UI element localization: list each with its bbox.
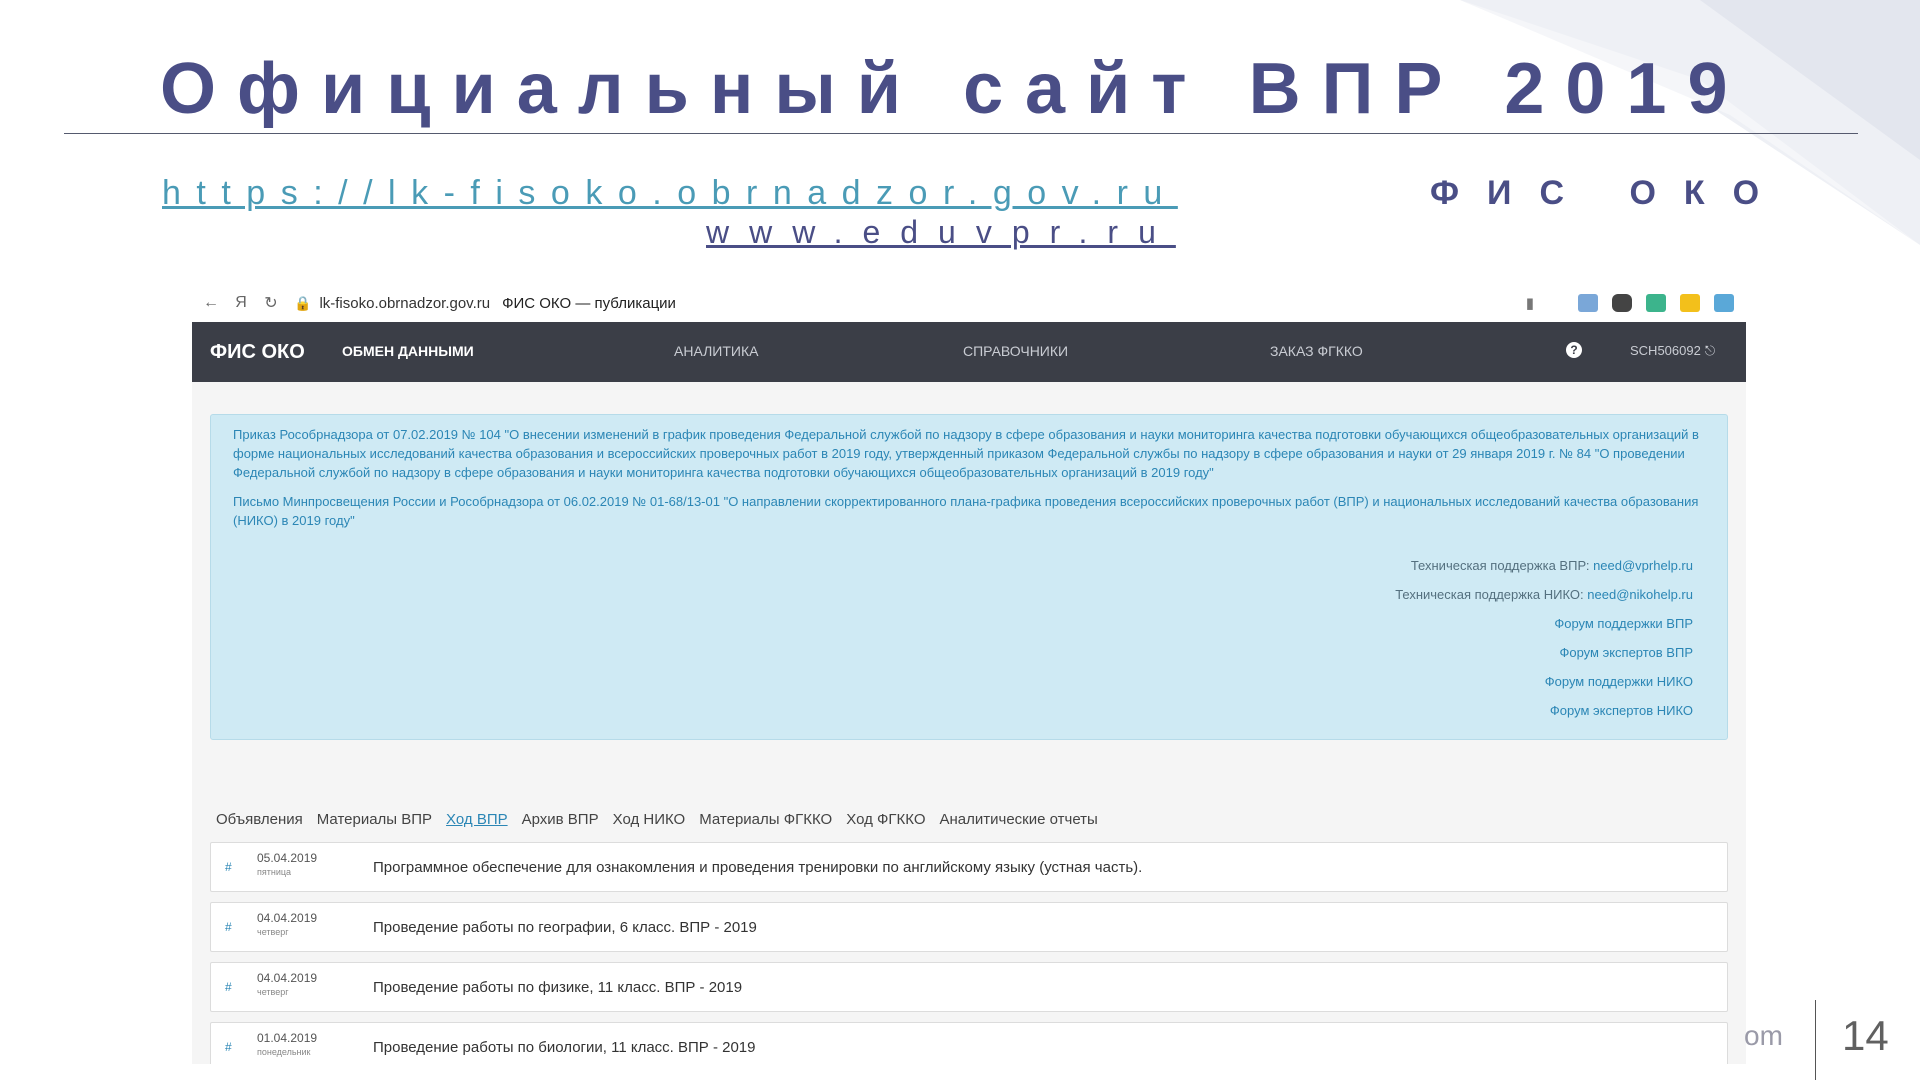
forum-support-vpr-link[interactable]: Форум поддержки ВПР bbox=[1554, 616, 1693, 631]
nav-analytics[interactable]: АНАЛИТИКА bbox=[674, 343, 758, 359]
forum-experts-vpr-link[interactable]: Форум экспертов ВПР bbox=[1559, 645, 1693, 660]
support-links: Техническая поддержка ВПР: need@vprhelp.… bbox=[1395, 556, 1693, 730]
lock-icon: 🔒 bbox=[294, 294, 312, 311]
row-title[interactable]: Проведение работы по физике, 11 класс. В… bbox=[373, 979, 742, 996]
date-text: 04.04.2019 bbox=[257, 971, 318, 985]
website-screenshot: ← Я ↻ 🔒 lk-fisoko.obrnadzor.gov.ru ФИС О… bbox=[192, 284, 1746, 1064]
table-row[interactable]: # 01.04.2019 понедельник Проведение работ… bbox=[210, 1022, 1728, 1064]
weekday-text: четверг bbox=[257, 987, 289, 997]
weekday-text: пятница bbox=[257, 867, 292, 877]
nav-directories[interactable]: СПРАВОЧНИКИ bbox=[963, 343, 1068, 359]
row-date: 04.04.2019 четверг bbox=[257, 911, 317, 939]
nav-fgkko-order[interactable]: ЗАКАЗ ФГККО bbox=[1270, 343, 1363, 359]
puzzle-extension-icon[interactable] bbox=[1714, 294, 1734, 312]
app-brand[interactable]: ФИС ОКО bbox=[210, 341, 305, 364]
row-date: 05.04.2019 пятница bbox=[257, 851, 317, 879]
notice-panel: Приказ Рособрнадзора от 07.02.2019 № 104… bbox=[210, 414, 1728, 740]
weekday-text: четверг bbox=[257, 927, 289, 937]
title-divider bbox=[64, 133, 1858, 134]
tab-fgkko-progress[interactable]: Ход ФГККО bbox=[846, 811, 925, 828]
logout-icon[interactable]: ⎋ bbox=[1705, 343, 1715, 358]
date-text: 04.04.2019 bbox=[257, 911, 318, 925]
eduvpr-link[interactable]: www.eduvpr.ru bbox=[706, 214, 1176, 251]
back-arrow-icon[interactable]: ← bbox=[196, 294, 226, 312]
browser-extensions: ▮ bbox=[1526, 294, 1746, 312]
row-date: 01.04.2019 понедельник bbox=[257, 1031, 317, 1059]
permalink-icon[interactable]: # bbox=[225, 980, 232, 994]
green-extension-icon[interactable] bbox=[1646, 294, 1666, 312]
support-niko-email[interactable]: need@nikohelp.ru bbox=[1587, 587, 1693, 602]
slide-title: Официальный сайт ВПР 2019 bbox=[160, 49, 1749, 129]
yellow-extension-icon[interactable] bbox=[1680, 294, 1700, 312]
forum-support-niko-link[interactable]: Форум поддержки НИКО bbox=[1545, 674, 1693, 689]
browser-toolbar: ← Я ↻ 🔒 lk-fisoko.obrnadzor.gov.ru ФИС О… bbox=[192, 284, 1746, 322]
nav-data-exchange[interactable]: ОБМЕН ДАННЫМИ bbox=[342, 343, 474, 359]
tab-niko-progress[interactable]: Ход НИКО bbox=[613, 811, 686, 828]
page-number: 14 bbox=[1842, 1012, 1889, 1059]
yandex-icon[interactable]: Я bbox=[226, 294, 256, 312]
date-text: 05.04.2019 bbox=[257, 851, 318, 865]
tab-fgkko-materials[interactable]: Материалы ФГККО bbox=[699, 811, 832, 828]
table-row[interactable]: # 04.04.2019 четверг Проведение работы по… bbox=[210, 902, 1728, 952]
forum-experts-niko-link[interactable]: Форум экспертов НИКО bbox=[1550, 703, 1693, 718]
row-title[interactable]: Программное обеспечение для ознакомления… bbox=[373, 859, 1142, 876]
permalink-icon[interactable]: # bbox=[225, 920, 232, 934]
table-row[interactable]: # 05.04.2019 пятница Программное обеспече… bbox=[210, 842, 1728, 892]
row-date: 04.04.2019 четверг bbox=[257, 971, 317, 999]
tab-analytic-reports[interactable]: Аналитические отчеты bbox=[940, 811, 1098, 828]
support-vpr-email[interactable]: need@vprhelp.ru bbox=[1593, 558, 1693, 573]
footer-site-fragment: om bbox=[1744, 1020, 1783, 1051]
user-account[interactable]: SCH506092 ⎋ bbox=[1630, 343, 1715, 359]
calendar-extension-icon[interactable] bbox=[1578, 294, 1598, 312]
permalink-icon[interactable]: # bbox=[225, 1040, 232, 1054]
address-url[interactable]: lk-fisoko.obrnadzor.gov.ru bbox=[319, 295, 490, 312]
app-navbar: ФИС ОКО ОБМЕН ДАННЫМИ АНАЛИТИКА СПРАВОЧН… bbox=[192, 322, 1746, 382]
footer-divider bbox=[1815, 1000, 1816, 1080]
date-text: 01.04.2019 bbox=[257, 1031, 318, 1045]
tab-vpr-progress[interactable]: Ход ВПР bbox=[446, 811, 508, 828]
publication-tabs: Объявления Материалы ВПР Ход ВПР Архив В… bbox=[216, 811, 1098, 828]
user-id: SCH506092 bbox=[1630, 343, 1701, 358]
row-title[interactable]: Проведение работы по биологии, 11 класс.… bbox=[373, 1039, 756, 1056]
table-row[interactable]: # 04.04.2019 четверг Проведение работы по… bbox=[210, 962, 1728, 1012]
bookmark-icon[interactable]: ▮ bbox=[1526, 294, 1534, 312]
support-niko-label: Техническая поддержка НИКО: bbox=[1395, 587, 1584, 602]
notice-order-text[interactable]: Приказ Рособрнадзора от 07.02.2019 № 104… bbox=[233, 425, 1705, 482]
tab-vpr-materials[interactable]: Материалы ВПР bbox=[317, 811, 432, 828]
permalink-icon[interactable]: # bbox=[225, 860, 232, 874]
notice-letter-text[interactable]: Письмо Минпросвещения России и Рособрнад… bbox=[233, 492, 1705, 530]
fisoko-link[interactable]: https://lk-fisoko.obrnadzor.gov.ru bbox=[162, 174, 1178, 213]
fisoko-label: ФИС ОКО bbox=[1430, 174, 1788, 212]
pocket-extension-icon[interactable] bbox=[1612, 294, 1632, 312]
corner-decoration bbox=[1460, 0, 1920, 245]
weekday-text: понедельник bbox=[257, 1047, 311, 1057]
row-title[interactable]: Проведение работы по географии, 6 класс.… bbox=[373, 919, 757, 936]
tab-vpr-archive[interactable]: Архив ВПР bbox=[522, 811, 599, 828]
reload-icon[interactable]: ↻ bbox=[256, 293, 286, 313]
page-tab-title: ФИС ОКО — публикации bbox=[502, 294, 676, 312]
help-icon[interactable]: ? bbox=[1566, 342, 1582, 358]
support-vpr-label: Техническая поддержка ВПР: bbox=[1410, 558, 1590, 573]
tab-announcements[interactable]: Объявления bbox=[216, 811, 303, 828]
